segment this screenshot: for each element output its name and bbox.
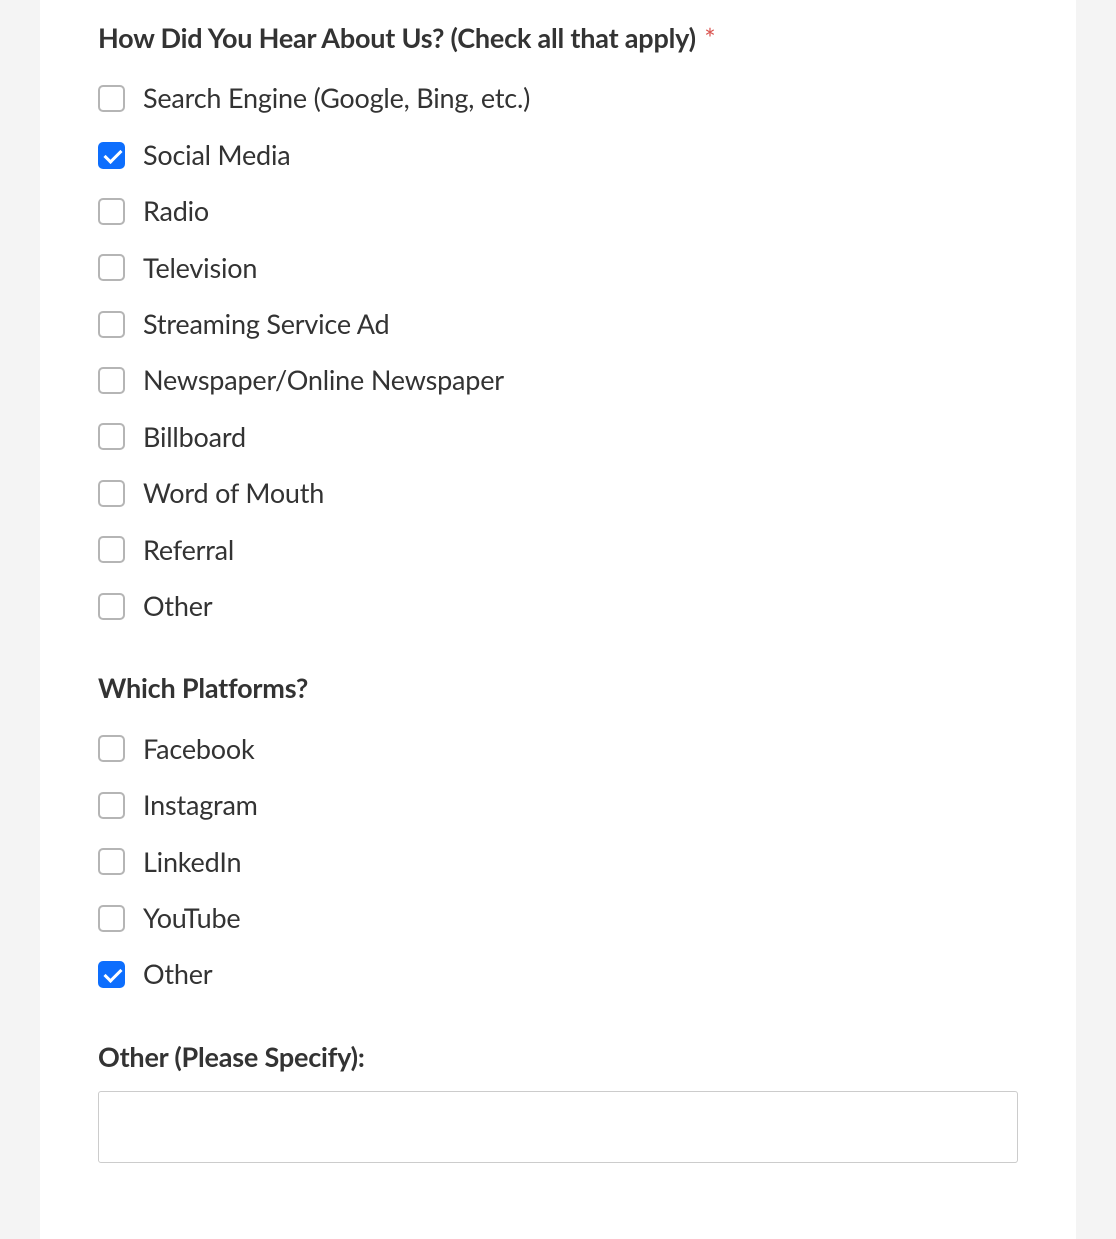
option-label: Word of Mouth	[143, 477, 324, 509]
checkbox-streaming[interactable]	[98, 311, 125, 338]
checkbox-social-media[interactable]	[98, 142, 125, 169]
option-label: Search Engine (Google, Bing, etc.)	[143, 82, 530, 114]
checkbox-radio[interactable]	[98, 198, 125, 225]
option-label: Other	[143, 590, 212, 622]
checkbox-newspaper[interactable]	[98, 367, 125, 394]
other-specify-input[interactable]	[98, 1091, 1018, 1163]
checkbox-row-television[interactable]: Television	[98, 240, 1018, 296]
checkbox-row-word-of-mouth[interactable]: Word of Mouth	[98, 465, 1018, 521]
question-group-other-specify: Other (Please Specify):	[98, 1039, 1018, 1163]
checkbox-linkedin[interactable]	[98, 848, 125, 875]
checkbox-youtube[interactable]	[98, 905, 125, 932]
question-group-hear: How Did You Hear About Us? (Check all th…	[98, 20, 1018, 634]
checkbox-row-referral[interactable]: Referral	[98, 522, 1018, 578]
question-label-platforms: Which Platforms?	[98, 670, 1018, 706]
question-text: Other (Please Specify):	[98, 1040, 365, 1073]
checkbox-row-instagram[interactable]: Instagram	[98, 777, 1018, 833]
option-label: LinkedIn	[143, 846, 241, 878]
checkbox-row-youtube[interactable]: YouTube	[98, 890, 1018, 946]
option-label: Other	[143, 958, 212, 990]
option-label: Newspaper/Online Newspaper	[143, 364, 504, 396]
option-label: Television	[143, 252, 257, 284]
checkbox-instagram[interactable]	[98, 792, 125, 819]
checkbox-list-platforms: Facebook Instagram LinkedIn YouTube Othe…	[98, 721, 1018, 1003]
option-label: Referral	[143, 534, 234, 566]
checkbox-other-platform[interactable]	[98, 961, 125, 988]
option-label: Streaming Service Ad	[143, 308, 389, 340]
option-label: Facebook	[143, 733, 255, 765]
required-asterisk: *	[704, 21, 715, 54]
checkbox-other-hear[interactable]	[98, 593, 125, 620]
question-label-other-specify: Other (Please Specify):	[98, 1039, 1018, 1075]
checkbox-list-hear: Search Engine (Google, Bing, etc.) Socia…	[98, 70, 1018, 634]
checkbox-row-search-engine[interactable]: Search Engine (Google, Bing, etc.)	[98, 70, 1018, 126]
checkbox-row-newspaper[interactable]: Newspaper/Online Newspaper	[98, 352, 1018, 408]
checkbox-word-of-mouth[interactable]	[98, 480, 125, 507]
checkbox-row-social-media[interactable]: Social Media	[98, 127, 1018, 183]
form-panel: How Did You Hear About Us? (Check all th…	[40, 0, 1076, 1239]
question-label-hear: How Did You Hear About Us? (Check all th…	[98, 20, 1018, 56]
option-label: Radio	[143, 195, 209, 227]
checkbox-billboard[interactable]	[98, 423, 125, 450]
checkbox-referral[interactable]	[98, 536, 125, 563]
option-label: Instagram	[143, 789, 258, 821]
checkbox-row-radio[interactable]: Radio	[98, 183, 1018, 239]
checkbox-search-engine[interactable]	[98, 85, 125, 112]
option-label: YouTube	[143, 902, 240, 934]
question-text: Which Platforms?	[98, 671, 308, 704]
checkbox-row-streaming[interactable]: Streaming Service Ad	[98, 296, 1018, 352]
checkbox-row-facebook[interactable]: Facebook	[98, 721, 1018, 777]
checkbox-television[interactable]	[98, 254, 125, 281]
checkbox-facebook[interactable]	[98, 735, 125, 762]
checkbox-row-other-platform[interactable]: Other	[98, 946, 1018, 1002]
question-group-platforms: Which Platforms? Facebook Instagram Link…	[98, 670, 1018, 1002]
option-label: Billboard	[143, 421, 246, 453]
checkbox-row-billboard[interactable]: Billboard	[98, 409, 1018, 465]
page-background: How Did You Hear About Us? (Check all th…	[0, 0, 1116, 1239]
checkbox-row-linkedin[interactable]: LinkedIn	[98, 834, 1018, 890]
question-text: How Did You Hear About Us? (Check all th…	[98, 21, 696, 54]
checkbox-row-other-hear[interactable]: Other	[98, 578, 1018, 634]
option-label: Social Media	[143, 139, 290, 171]
